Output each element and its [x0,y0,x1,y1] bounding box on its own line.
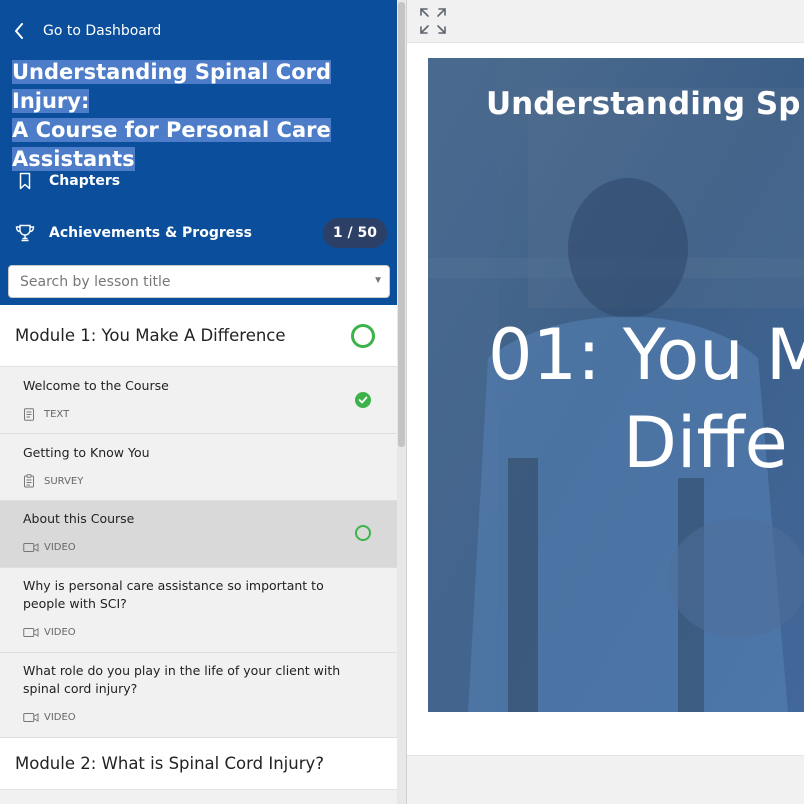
trophy-icon [14,222,36,244]
go-to-dashboard-link[interactable]: Go to Dashboard [14,18,161,44]
lesson-item-active[interactable]: About this Course VIDEO [0,501,397,568]
video-chapter-text: 01: You M Diffe [488,311,804,487]
lesson-title: About this Course [23,511,135,526]
text-doc-icon [23,407,39,421]
lesson-type: VIDEO [23,625,76,639]
lesson-item[interactable]: Welcome to the Course TEXT [0,367,397,434]
completed-check-icon [355,392,371,408]
lesson-search: ▼ [8,265,390,298]
lesson-type: SURVEY [23,474,83,488]
lesson-item[interactable]: What role do you play in the life of you… [0,653,397,738]
lesson-type-label: TEXT [44,408,70,420]
course-title-line: Understanding Spinal Cord Injury: [12,60,332,113]
content-area: Understanding Sp 01: You M Diffe [406,0,804,804]
expand-arrows-icon [420,8,446,34]
course-title-line: A Course for Personal Care [12,118,331,142]
lesson-title: Why is personal care assistance so impor… [23,578,324,611]
go-to-dashboard-label: Go to Dashboard [43,23,162,39]
lesson-title: Welcome to the Course [23,378,169,393]
video-player[interactable]: Understanding Sp 01: You M Diffe [428,58,804,712]
achievements-progress-label: Achievements & Progress [49,225,252,241]
sidebar-scrollbar-thumb[interactable] [398,2,405,447]
in-progress-ring-icon [355,525,371,541]
lesson-item[interactable]: Getting to Know You SURVEY [0,434,397,501]
course-sidebar: Go to Dashboard Understanding Spinal Cor… [0,0,397,804]
lesson-item[interactable]: Why is personal care assistance so impor… [0,568,397,653]
lesson-type: VIDEO [23,540,76,554]
sidebar-header: Go to Dashboard Understanding Spinal Cor… [0,0,397,305]
module-title: Module 2: What is Spinal Cord Injury? [15,754,324,773]
module-header[interactable]: Module 1: You Make A Difference [0,305,397,367]
chapters-label: Chapters [49,173,121,189]
module-title: Module 1: You Make A Difference [15,326,286,345]
chapters-nav-item[interactable]: Chapters [0,161,397,201]
lesson-title: Getting to Know You [23,445,150,460]
survey-clipboard-icon [23,474,39,488]
chevron-left-icon [14,18,36,44]
lesson-search-input[interactable] [9,266,389,297]
video-camera-icon [23,540,39,554]
course-title: Understanding Spinal Cord Injury: A Cour… [12,58,392,174]
lesson-title: What role do you play in the life of you… [23,663,341,696]
module-header[interactable]: Module 2: What is Spinal Cord Injury? [0,738,397,790]
video-chapter-line: 01: You M [488,314,804,396]
lesson-content-frame: Understanding Sp 01: You M Diffe [407,42,804,756]
expand-fullscreen-button[interactable] [418,6,448,36]
lesson-type-label: VIDEO [44,541,76,553]
lesson-type-label: VIDEO [44,626,76,638]
video-camera-icon [23,625,39,639]
lesson-type: TEXT [23,407,69,421]
bookmark-icon [14,170,36,192]
module-progress-ring-icon [351,323,375,348]
progress-count-badge: 1 / 50 [322,218,387,248]
lesson-type-label: SURVEY [44,475,84,487]
dropdown-caret-icon[interactable]: ▼ [373,275,383,286]
lesson-type-label: VIDEO [44,711,76,723]
lesson-list: Module 1: You Make A Difference Welcome … [0,305,397,804]
video-camera-icon [23,710,39,724]
lesson-type: VIDEO [23,710,76,724]
video-chapter-line: Diffe [623,402,788,484]
video-title-text: Understanding Sp [486,86,801,122]
